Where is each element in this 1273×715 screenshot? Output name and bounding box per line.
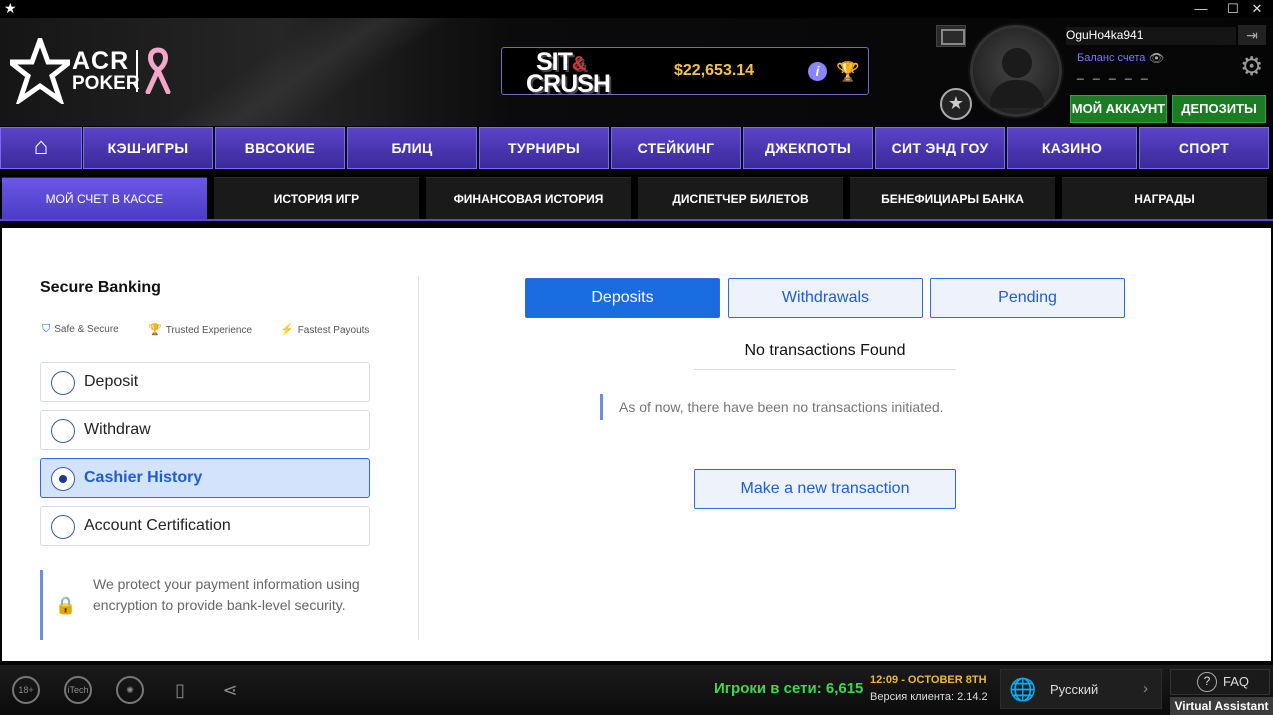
info-icon[interactable]: i <box>808 62 827 81</box>
tab-game-history[interactable]: ИСТОРИЯ ИГР <box>214 177 419 219</box>
pink-ribbon-icon <box>145 47 171 94</box>
nav-jackpots[interactable]: ДЖЕКПОТЫ <box>743 127 873 169</box>
nav-staking[interactable]: СТЕЙКИНГ <box>611 127 741 169</box>
clock: 12:09 - OCTOBER 8TH <box>870 674 987 686</box>
nav-high-stakes[interactable]: ВВСОКИЕ СТАВКИ <box>215 127 345 196</box>
radio-icon <box>51 515 75 539</box>
feature-fast: ⚡ Fastest Payouts <box>280 324 370 336</box>
empty-state-note: As of now, there have been no transactio… <box>600 394 944 420</box>
radio-icon <box>51 419 75 443</box>
main-nav: ⌂ КЭШ-ИГРЫ ВВСОКИЕ СТАВКИ БЛИЦ ТУРНИРЫ С… <box>0 127 1273 196</box>
language-selector[interactable]: 🌐 Русский › <box>1000 669 1162 709</box>
balance-label: Баланс счета <box>1077 52 1146 64</box>
acr-star-logo-icon <box>2 32 78 107</box>
tab-bank-beneficiaries[interactable]: БЕНЕФИЦИАРЫ БАНКА <box>850 177 1055 219</box>
client-version: Версия клиента: 2.14.2 <box>870 691 988 703</box>
title-bar: ★ — ☐ ✕ <box>0 0 1273 18</box>
option-account-certification[interactable]: Account Certification <box>40 506 370 546</box>
sit-and-crush-banner[interactable]: SIT& CRUSH $22,653.14 i 🏆 <box>501 47 869 98</box>
tab-ticket-manager[interactable]: ДИСПЕТЧЕР БИЛЕТОВ <box>638 177 843 219</box>
radio-selected-icon <box>51 467 75 491</box>
jackpot-amount: $22,653.14 <box>674 62 755 79</box>
minimize-icon[interactable]: — <box>1190 0 1212 18</box>
footer: 18+ iTech ✺ ▯ ⋖ Игроки в сети: 6,615 12:… <box>0 665 1273 715</box>
feature-safe: ⛉ Safe & Secure <box>42 323 119 335</box>
players-online: Игроки в сети: 6,615 <box>714 680 864 697</box>
secure-banking-title: Secure Banking <box>40 279 161 296</box>
header: ACR POKER SIT& CRUSH $22,653.14 i 🏆 ★ Og… <box>0 18 1273 126</box>
cashier-content: Secure Banking ⛉ Safe & Secure 🏆 Trusted E… <box>2 228 1271 661</box>
star-badge-icon[interactable]: ★ <box>940 88 972 120</box>
eye-icon[interactable]: 👁 <box>1149 51 1165 65</box>
globe-icon: 🌐 <box>1009 677 1037 702</box>
tab-pending[interactable]: Pending <box>930 278 1125 318</box>
acr-poker-logo: ACR POKER <box>2 32 180 108</box>
divider <box>418 276 419 640</box>
lock-icon: 🔒 <box>55 596 77 615</box>
security-note: 🔒 We protect your payment information us… <box>40 570 370 640</box>
trophy-icon[interactable]: 🏆 <box>836 60 860 84</box>
faq-button[interactable]: ? FAQ <box>1170 669 1270 695</box>
itech-labs-icon[interactable]: iTech <box>64 676 92 704</box>
share-icon[interactable]: ⋖ <box>216 676 244 704</box>
tab-deposits[interactable]: Deposits <box>525 278 720 318</box>
trophy-icon: 🏆 <box>148 324 162 336</box>
tab-rewards[interactable]: НАГРАДЫ <box>1062 177 1267 219</box>
radio-icon <box>51 371 75 395</box>
gear-icon[interactable]: ⚙ <box>1240 51 1263 82</box>
feature-trusted: 🏆 Trusted Experience <box>148 324 253 336</box>
logout-icon[interactable]: ⇥ <box>1238 25 1266 45</box>
nav-casino[interactable]: КАЗИНО <box>1007 127 1137 169</box>
lightning-icon: ⚡ <box>280 324 294 336</box>
nav-cash-games[interactable]: КЭШ-ИГРЫ <box>83 127 213 169</box>
tab-financial-history[interactable]: ФИНАНСОВАЯ ИСТОРИЯ <box>426 177 631 219</box>
home-button[interactable]: ⌂ <box>0 127 82 169</box>
balance-value: _ _ _ _ _ <box>1077 66 1151 80</box>
deposits-button[interactable]: ДЕПОЗИТЫ <box>1172 95 1266 123</box>
tab-withdrawals[interactable]: Withdrawals <box>728 278 923 318</box>
nav-sit-and-go[interactable]: СИТ ЭНД ГОУ <box>875 127 1005 169</box>
age-18-icon[interactable]: 18+ <box>12 676 40 704</box>
nav-tournaments[interactable]: ТУРНИРЫ <box>479 127 609 169</box>
option-withdraw[interactable]: Withdraw <box>40 410 370 450</box>
chevron-right-icon: › <box>1143 680 1148 697</box>
avatar[interactable] <box>970 25 1062 117</box>
close-icon[interactable]: ✕ <box>1246 0 1268 18</box>
maximize-icon[interactable]: ☐ <box>1222 0 1244 18</box>
tab-my-cashier-account[interactable]: МОЙ СЧЕТ В КАССЕ <box>2 177 207 219</box>
acr-poker-client: ★ — ☐ ✕ ACR POKER SIT& CRUSH $22,653.14 … <box>0 0 1273 715</box>
nav-sport[interactable]: СПОРТ <box>1139 127 1269 169</box>
question-icon: ? <box>1197 672 1217 692</box>
virtual-assistant-button[interactable]: Virtual Assistant <box>1170 697 1273 715</box>
empty-state-title: No transactions Found <box>694 342 956 370</box>
app-star-icon: ★ <box>4 0 17 16</box>
option-cashier-history[interactable]: Cashier History <box>40 458 370 498</box>
license-seal-icon[interactable]: ✺ <box>116 676 144 704</box>
option-deposit[interactable]: Deposit <box>40 362 370 402</box>
nav-blitz[interactable]: БЛИЦ <box>347 127 477 169</box>
my-account-button[interactable]: МОЙ АККАУНТ <box>1070 95 1167 123</box>
username: OguHo4ka941 <box>1066 27 1236 45</box>
new-transaction-button[interactable]: Make a new transaction <box>694 469 956 509</box>
mobile-icon[interactable]: ▯ <box>166 676 194 704</box>
cashier-sub-nav: МОЙ СЧЕТ В КАССЕ ИСТОРИЯ ИГР ФИНАНСОВАЯ … <box>0 175 1273 221</box>
shield-icon: ⛉ <box>42 323 51 335</box>
mail-icon[interactable] <box>936 25 966 47</box>
home-icon: ⌂ <box>33 133 49 160</box>
